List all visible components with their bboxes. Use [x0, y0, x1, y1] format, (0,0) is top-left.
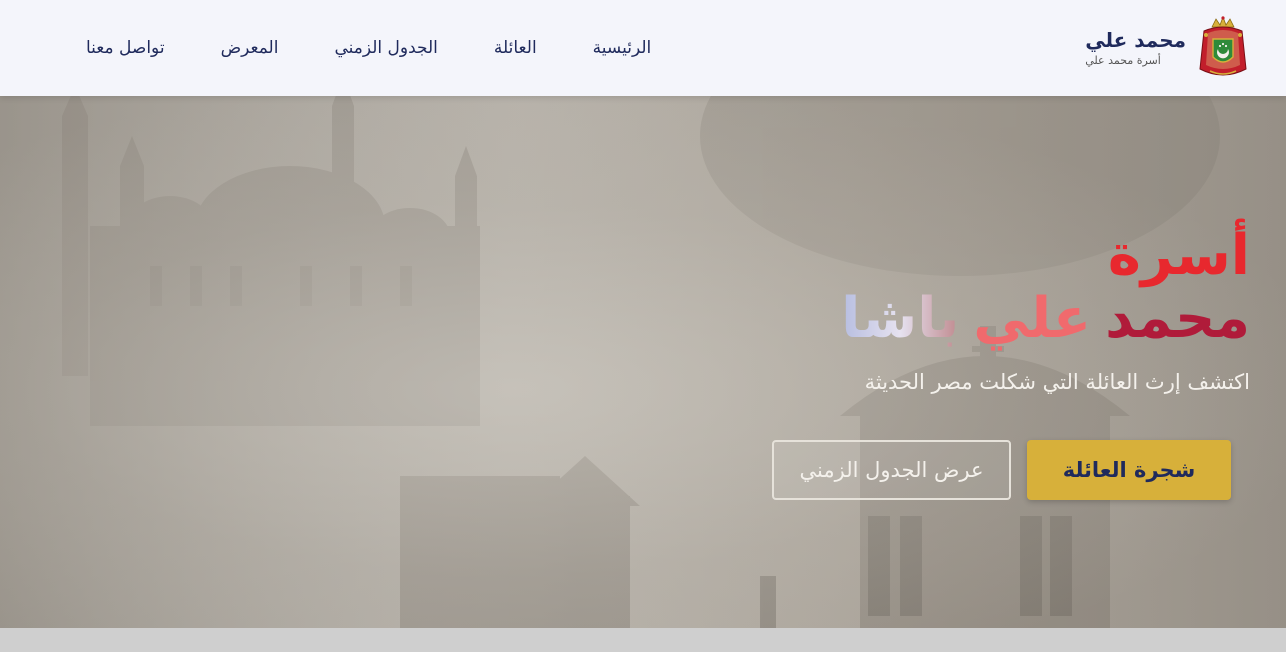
nav-item-family[interactable]: العائلة [466, 30, 565, 66]
hero-title-mohamed: محمد [1105, 286, 1250, 351]
hero-content: أسرة محمد علي باشا اكتشف إرث العائلة الت… [650, 223, 1250, 395]
hero-actions: شجرة العائلة عرض الجدول الزمني [772, 440, 1231, 500]
nav-item-timeline[interactable]: الجدول الزمني [306, 30, 465, 66]
nav-item-home[interactable]: الرئيسية [565, 30, 680, 66]
hero-title-pasha: باشا [841, 286, 960, 351]
nav-item-contact[interactable]: تواصل معنا [58, 30, 193, 66]
hero-title-line1: أسرة [1107, 223, 1250, 288]
hero-subtitle: اكتشف إرث العائلة التي شكلت مصر الحديثة [864, 370, 1250, 394]
brand[interactable]: محمد علي أسرة محمد علي [1085, 15, 1248, 81]
brand-subtitle: أسرة محمد علي [1085, 54, 1161, 67]
main-nav: الرئيسية العائلة الجدول الزمني المعرض تو… [58, 30, 679, 66]
hero-section: أسرة محمد علي باشا اكتشف إرث العائلة الت… [0, 96, 1286, 628]
royal-crest-icon [1199, 15, 1247, 76]
brand-title: محمد علي [1085, 28, 1186, 52]
hero-title-ali: علي [973, 286, 1092, 351]
nav-item-gallery[interactable]: المعرض [193, 30, 307, 66]
site-header: محمد علي أسرة محمد علي الرئيسية العائلة … [0, 0, 1286, 96]
next-section-edge [0, 628, 1286, 652]
hero-title-line2: محمد علي باشا [650, 286, 1250, 352]
view-timeline-button[interactable]: عرض الجدول الزمني [772, 440, 1011, 500]
family-tree-button[interactable]: شجرة العائلة [1027, 440, 1231, 500]
